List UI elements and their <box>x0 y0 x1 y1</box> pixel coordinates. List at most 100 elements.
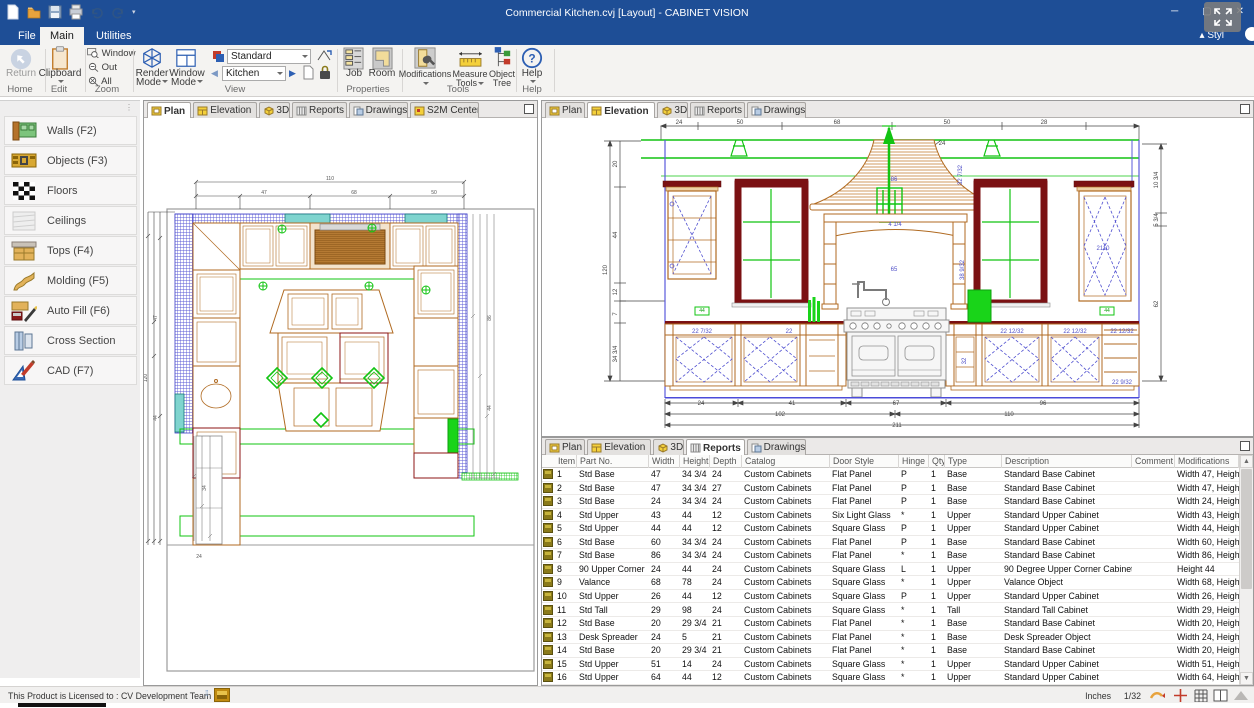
view-next-arrow[interactable]: ▶ <box>289 68 296 79</box>
units-label[interactable]: Inches <box>1085 691 1111 701</box>
reports-scrollbar[interactable]: ▲ ▼ <box>1239 455 1253 685</box>
scale-label[interactable]: 1/32 <box>1124 691 1141 701</box>
plan-tab-s2mcenter[interactable]: S2M Center <box>410 102 479 118</box>
sidebar-handle[interactable]: ⋮ <box>125 103 134 112</box>
column-header-type[interactable]: Type <box>945 455 1002 468</box>
license-text: This Product is Licensed to : CV Develop… <box>8 691 211 701</box>
elevation-tab-3d[interactable]: 3D <box>657 102 688 118</box>
cabinet-status-icon[interactable] <box>214 688 230 702</box>
plan-tab-drawings[interactable]: Drawings <box>349 102 408 118</box>
modifications-icon[interactable] <box>414 47 436 69</box>
room-combo[interactable]: Kitchen <box>222 66 286 81</box>
plan-tab-3d[interactable]: 3D <box>259 102 290 118</box>
column-header-catalog[interactable]: Catalog <box>742 455 830 468</box>
perspective-icon[interactable] <box>316 48 332 63</box>
table-row-6[interactable]: 6Std Base6034 3/424Custom CabinetsFlat P… <box>542 536 1239 550</box>
table-row-4[interactable]: 4Std Upper434412Custom CabinetsSix Light… <box>542 509 1239 523</box>
style-icon[interactable] <box>1245 27 1254 41</box>
new-view-icon[interactable] <box>302 65 315 80</box>
lock-icon[interactable] <box>319 65 331 80</box>
column-header-comment[interactable]: Comment <box>1132 455 1175 468</box>
expand-overlay-icon[interactable] <box>1204 2 1241 32</box>
return-button[interactable]: Return <box>2 70 40 79</box>
elevation-tab-drawings[interactable]: Drawings <box>747 102 806 118</box>
reports-tab-plan[interactable]: Plan <box>545 439 585 455</box>
table-row-8[interactable]: 890 Upper Corner244424Custom CabinetsSqu… <box>542 563 1239 577</box>
sidebar-item-tops[interactable]: Tops (F4) <box>4 236 137 265</box>
svg-text:4 1/4: 4 1/4 <box>888 222 902 228</box>
room-button[interactable]: Room <box>362 70 402 79</box>
column-header-hinge[interactable]: Hinge <box>899 455 929 468</box>
column-header-height[interactable]: Height <box>680 455 710 468</box>
table-row-5[interactable]: 5Std Upper444412Custom CabinetsSquare Gl… <box>542 522 1239 536</box>
molding-icon <box>11 270 37 292</box>
measure-tools-icon[interactable] <box>458 50 483 69</box>
zoom-window-button[interactable]: Window <box>87 48 135 59</box>
column-header-doorstyle[interactable]: Door Style <box>830 455 899 468</box>
reports-tab-3d[interactable]: 3D <box>653 439 684 455</box>
plan-tab-reports[interactable]: Reports <box>292 102 347 118</box>
sidebar-item-autofill[interactable]: Auto Fill (F6) <box>4 296 137 325</box>
sidebar-item-ceilings[interactable]: Ceilings <box>4 206 137 235</box>
table-row-7[interactable]: 7Std Base8634 3/424Custom CabinetsFlat P… <box>542 549 1239 563</box>
column-header-width[interactable]: Width <box>649 455 680 468</box>
column-header-item[interactable]: Item <box>555 455 577 468</box>
sidebar-item-cad[interactable]: CAD (F7) <box>4 356 137 385</box>
table-row-1[interactable]: 1Std Base4734 3/424Custom CabinetsFlat P… <box>542 468 1239 482</box>
table-row-9[interactable]: 9Valance687824Custom CabinetsSquare Glas… <box>542 576 1239 590</box>
job-icon[interactable] <box>343 47 364 70</box>
scroll-up-arrow[interactable]: ▲ <box>1240 455 1253 468</box>
column-header-depth[interactable]: Depth <box>710 455 742 468</box>
grid-icon[interactable] <box>1194 689 1208 702</box>
table-row-10[interactable]: 10Std Upper264412Custom CabinetsSquare G… <box>542 590 1239 604</box>
elevation-tab-reports[interactable]: Reports <box>690 102 745 118</box>
table-row-2[interactable]: 2Std Base4734 3/427Custom CabinetsFlat P… <box>542 482 1239 496</box>
room-icon[interactable] <box>372 47 393 70</box>
table-row-3[interactable]: 3Std Base2434 3/424Custom CabinetsFlat P… <box>542 495 1239 509</box>
sidebar-item-objects[interactable]: Objects (F3) <box>4 146 137 175</box>
scroll-down-arrow[interactable]: ▼ <box>1240 672 1253 685</box>
tab-utilities[interactable]: Utilities <box>86 27 141 45</box>
column-header-qty[interactable]: Qty <box>929 455 945 468</box>
window-mode-button[interactable]: WindowMode <box>167 70 207 87</box>
plan-pane-maximize[interactable] <box>524 104 534 114</box>
plan-tab-plan[interactable]: Plan <box>147 102 191 119</box>
render-mode-button[interactable]: RenderMode <box>134 70 170 87</box>
reports-tab-drawings[interactable]: Drawings <box>747 439 806 455</box>
render-style-combo[interactable]: Standard <box>227 49 311 64</box>
sidebar-item-crosssection[interactable]: Cross Section <box>4 326 137 355</box>
table-row-16[interactable]: 16Std Upper644412Custom CabinetsSquare G… <box>542 671 1239 685</box>
plan-canvas[interactable]: 110476850120474486442434 <box>144 118 537 685</box>
panes-icon[interactable] <box>1213 689 1228 702</box>
sidebar-item-molding[interactable]: Molding (F5) <box>4 266 137 295</box>
zoom-out-button[interactable]: Out <box>87 62 117 73</box>
table-row-14[interactable]: 14Std Base2029 3/421Custom CabinetsFlat … <box>542 644 1239 658</box>
table-row-15[interactable]: 15Std Upper511424Custom CabinetsSquare G… <box>542 658 1239 672</box>
render-mode-icon[interactable] <box>141 47 163 69</box>
table-row-12[interactable]: 12Std Base2029 3/421Custom CabinetsFlat … <box>542 617 1239 631</box>
tab-main[interactable]: Main <box>40 27 84 45</box>
view-prev-arrow[interactable]: ◀ <box>211 68 218 79</box>
table-row-13[interactable]: 13Desk Spreader24521Custom CabinetsFlat … <box>542 631 1239 645</box>
sidebar-item-floors[interactable]: Floors <box>4 176 137 205</box>
object-tree-icon[interactable] <box>492 46 512 70</box>
reports-pane-maximize[interactable] <box>1240 441 1250 451</box>
column-header-partno[interactable]: Part No. <box>577 455 649 468</box>
help-icon[interactable]: ? <box>521 47 543 69</box>
sidebar-item-walls[interactable]: Walls (F2) <box>4 116 137 145</box>
elevation-canvas[interactable]: 245068502824120204412734 3/410 3/45 3/46… <box>542 118 1253 436</box>
crosshair-icon[interactable] <box>1173 688 1188 703</box>
column-header-modifications[interactable]: Modifications <box>1175 455 1239 468</box>
reports-tab-reports[interactable]: Reports <box>686 439 745 456</box>
elevation-tab-plan[interactable]: Plan <box>545 102 585 118</box>
column-header-description[interactable]: Description <box>1002 455 1132 468</box>
resize-triangle[interactable] <box>1234 691 1248 700</box>
elevation-tab-elevation[interactable]: Elevation <box>587 102 655 119</box>
minimize-button[interactable]: ─ <box>1171 6 1178 17</box>
reports-tab-elevation[interactable]: Elevation <box>587 439 651 455</box>
elevation-pane-maximize[interactable] <box>1240 104 1250 114</box>
pan-icon[interactable] <box>1150 689 1166 702</box>
plan-tab-elevation[interactable]: Elevation <box>193 102 257 118</box>
table-row-11[interactable]: 11Std Tall299824Custom CabinetsSquare Gl… <box>542 604 1239 618</box>
window-mode-icon[interactable] <box>175 47 197 69</box>
